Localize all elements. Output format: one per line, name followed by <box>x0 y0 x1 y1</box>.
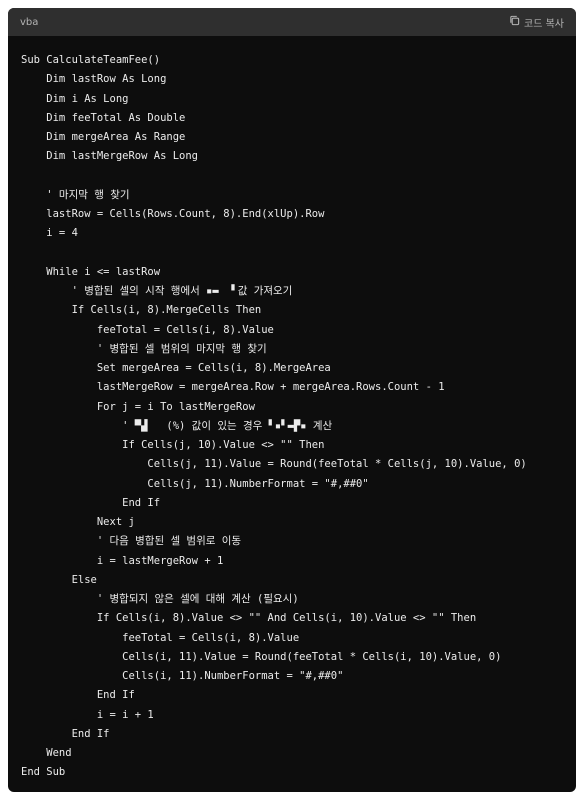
code-line: Dim lastMergeRow As Long <box>21 150 199 163</box>
code-line: Cells(i, 11).NumberFormat = "#,##0" <box>21 670 344 682</box>
copy-code-button[interactable]: 코드 복사 <box>509 15 564 30</box>
code-line: If Cells(i, 8).MergeCells Then <box>21 304 262 317</box>
code-line: lastRow = Cells(Rows.Count, 8).End(xlUp)… <box>21 208 325 220</box>
code-line: If Cells(j, 10).Value <> "" Then <box>21 439 325 451</box>
code-line: ' ▀▟ (%) 값이 있는 경우 ▘▪▘▬▛▪ 계산 <box>21 419 333 432</box>
code-line: Wend <box>21 747 72 759</box>
code-line: ' 병합되지 않은 셀에 대해 계산 (필요시) <box>21 593 299 605</box>
code-line: Dim lastRow As Long <box>21 73 167 86</box>
code-line: ' 병합된 셀의 시작 행에서 ▪▬ ▘값 가져오기 <box>21 285 293 297</box>
code-line: Cells(j, 11).Value = Round(feeTotal * Ce… <box>21 458 527 471</box>
code-line: ' 다음 병합된 셀 범위로 이동 <box>21 535 242 548</box>
code-line: Cells(i, 11).Value = Round(feeTotal * Ce… <box>21 650 502 663</box>
code-line: Set mergeArea = Cells(i, 8).MergeArea <box>21 362 331 374</box>
code-line: End If <box>21 496 161 509</box>
code-block: vba 코드 복사 Sub CalculateTeamFee() Dim las… <box>8 8 576 792</box>
code-line: Dim mergeArea As Range <box>21 131 186 143</box>
code-line: Dim i As Long <box>21 92 129 105</box>
code-line: Sub CalculateTeamFee() <box>21 54 161 66</box>
code-line: Else <box>21 573 97 586</box>
copy-icon <box>509 15 520 29</box>
code-line: End If <box>21 727 110 740</box>
code-line: feeTotal = Cells(i, 8).Value <box>21 631 300 644</box>
code-line: End Sub <box>21 766 66 779</box>
copy-label: 코드 복사 <box>524 18 564 30</box>
code-line: Cells(j, 11).NumberFormat = "#,##0" <box>21 477 369 490</box>
code-content[interactable]: Sub CalculateTeamFee() Dim lastRow As Lo… <box>8 36 576 783</box>
code-line: i = i + 1 <box>21 708 154 721</box>
code-line: Next j <box>21 516 135 528</box>
code-line: ' 병합된 셀 범위의 마지막 행 찾기 <box>21 342 267 355</box>
code-line: For j = i To lastMergeRow <box>21 400 255 413</box>
code-line: i = 4 <box>21 227 78 240</box>
code-line: End If <box>21 689 135 702</box>
code-line: ' 마지막 행 찾기 <box>21 188 130 201</box>
code-block-header: vba 코드 복사 <box>8 8 576 36</box>
code-line: If Cells(i, 8).Value <> "" And Cells(i, … <box>21 612 477 625</box>
code-line: lastMergeRow = mergeArea.Row + mergeArea… <box>21 381 445 394</box>
code-line: Dim feeTotal As Double <box>21 111 186 124</box>
language-label: vba <box>20 16 39 28</box>
code-line: feeTotal = Cells(i, 8).Value <box>21 323 274 336</box>
code-line: While i <= lastRow <box>21 265 161 278</box>
code-line: i = lastMergeRow + 1 <box>21 554 224 567</box>
